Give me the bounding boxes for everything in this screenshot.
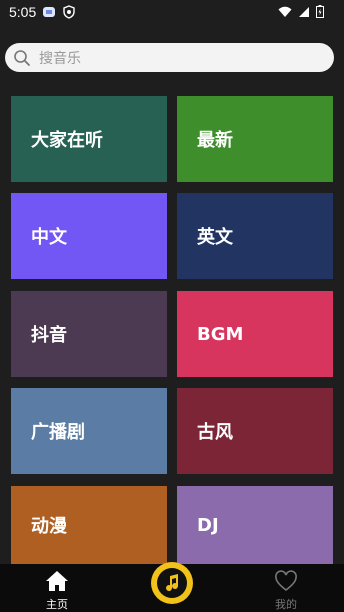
category-tile[interactable]: 动漫 (11, 486, 167, 564)
category-tile[interactable]: 广播剧 (11, 388, 167, 474)
nav-mine-label: 我的 (275, 598, 297, 611)
status-time: 5:05 (9, 4, 37, 20)
search-bar[interactable]: 搜音乐 (5, 43, 334, 72)
music-note-icon (157, 568, 187, 598)
music-player-button[interactable] (151, 562, 193, 604)
nav-home[interactable]: 主页 (32, 570, 82, 612)
category-tile[interactable]: 古风 (177, 388, 333, 474)
shield-icon (63, 5, 75, 19)
wifi-icon (278, 6, 292, 17)
home-icon (46, 571, 68, 591)
category-tile[interactable]: 中文 (11, 193, 167, 279)
category-tile[interactable]: 英文 (177, 193, 333, 279)
category-tile[interactable]: DJ (177, 486, 333, 564)
category-tile[interactable]: 抖音 (11, 291, 167, 377)
bottom-nav: 主页 我的 (0, 562, 344, 612)
status-bar: 5:05 (0, 0, 344, 24)
category-tile[interactable]: 最新 (177, 96, 333, 182)
heart-icon (275, 570, 297, 592)
nav-mine[interactable]: 我的 (261, 570, 311, 612)
app-notification-icon (43, 7, 56, 17)
category-tile[interactable]: BGM (177, 291, 333, 377)
signal-icon (299, 6, 309, 17)
nav-home-label: 主页 (46, 598, 68, 611)
category-tile[interactable]: 大家在听 (11, 96, 167, 182)
battery-icon (316, 5, 324, 18)
search-icon (14, 49, 30, 66)
search-placeholder[interactable]: 搜音乐 (39, 48, 81, 68)
